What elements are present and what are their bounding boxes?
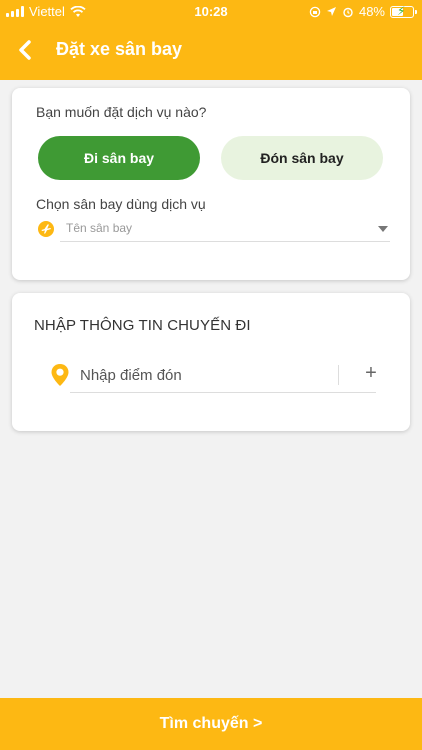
- search-trip-button[interactable]: Tìm chuyến >: [0, 698, 422, 750]
- back-button[interactable]: [12, 36, 40, 64]
- app-header: Viettel 10:28 48% ⚡ Đặt xe sân bay: [0, 0, 422, 80]
- airport-select[interactable]: Tên sân bay: [60, 216, 390, 242]
- status-right: 48% ⚡: [309, 4, 417, 19]
- battery-icon: ⚡: [390, 4, 417, 18]
- pickup-placeholder: Nhập điểm đón: [80, 367, 182, 384]
- airport-label: Chọn sân bay dùng dịch vụ: [36, 196, 206, 212]
- pickup-input[interactable]: Nhập điểm đón: [70, 359, 376, 393]
- page-title: Đặt xe sân bay: [56, 39, 183, 59]
- service-question: Bạn muốn đặt dịch vụ nào?: [36, 104, 207, 120]
- chevron-left-icon: [19, 40, 31, 60]
- trip-card: NHẬP THÔNG TIN CHUYẾN ĐI Nhập điểm đón +: [12, 293, 410, 431]
- location-pin-icon: [51, 364, 69, 386]
- battery-percent: 48%: [358, 4, 385, 19]
- go-to-airport-button[interactable]: Đi sân bay: [38, 136, 200, 180]
- pickup-from-airport-button[interactable]: Đón sân bay: [221, 136, 383, 180]
- trip-title: NHẬP THÔNG TIN CHUYẾN ĐI: [34, 317, 251, 334]
- add-stop-button[interactable]: +: [358, 359, 384, 387]
- caret-down-icon: [378, 226, 388, 232]
- service-card: Bạn muốn đặt dịch vụ nào? Đi sân bay Đón…: [12, 88, 410, 280]
- alarm-icon: [343, 7, 353, 17]
- airport-placeholder: Tên sân bay: [66, 221, 133, 235]
- location-arrow-icon: [326, 7, 336, 16]
- field-divider: [338, 365, 339, 385]
- plus-icon: +: [365, 362, 377, 384]
- lock-rotation-icon: [309, 6, 321, 17]
- airplane-icon: [38, 221, 54, 237]
- status-bar: Viettel 10:28 48% ⚡: [0, 0, 422, 22]
